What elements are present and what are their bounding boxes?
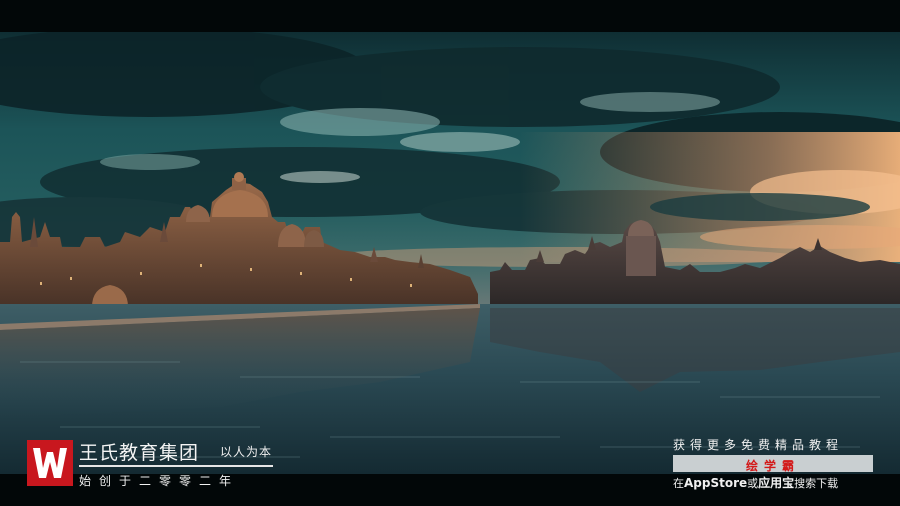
brand-slogan: 以人为本 [220, 445, 273, 459]
fantasy-city-scene [0, 32, 900, 474]
brand-w-logo-icon [27, 440, 73, 486]
promo-or: 或 [747, 477, 759, 490]
promo-watermark: 获得更多免费精品教程 绘学霸 在AppStore或应用宝搜索下载 [668, 436, 878, 492]
promo-title: 获得更多免费精品教程 [673, 438, 844, 452]
brand-watermark: 王氏教育集团 以人为本 始创于二零零二年 [27, 440, 287, 490]
brand-divider [79, 465, 273, 467]
promo-suffix: 搜索下载 [794, 477, 839, 490]
promo-prefix: 在 [673, 477, 684, 490]
video-frame: 王氏教育集团 以人为本 始创于二零零二年 获得更多免费精品教程 绘学霸 在App… [0, 0, 900, 506]
promo-app-bar: 绘学霸 [673, 455, 873, 473]
promo-store2: 应用宝 [758, 476, 795, 490]
promo-download-line: 在AppStore或应用宝搜索下载 [673, 474, 838, 491]
brand-founded-text: 始创于二零零二年 [79, 474, 240, 488]
promo-store: AppStore [684, 476, 748, 490]
letterbox-top [0, 0, 900, 32]
brand-name: 王氏教育集团 [79, 442, 200, 464]
promo-app-name: 绘学霸 [745, 459, 800, 473]
